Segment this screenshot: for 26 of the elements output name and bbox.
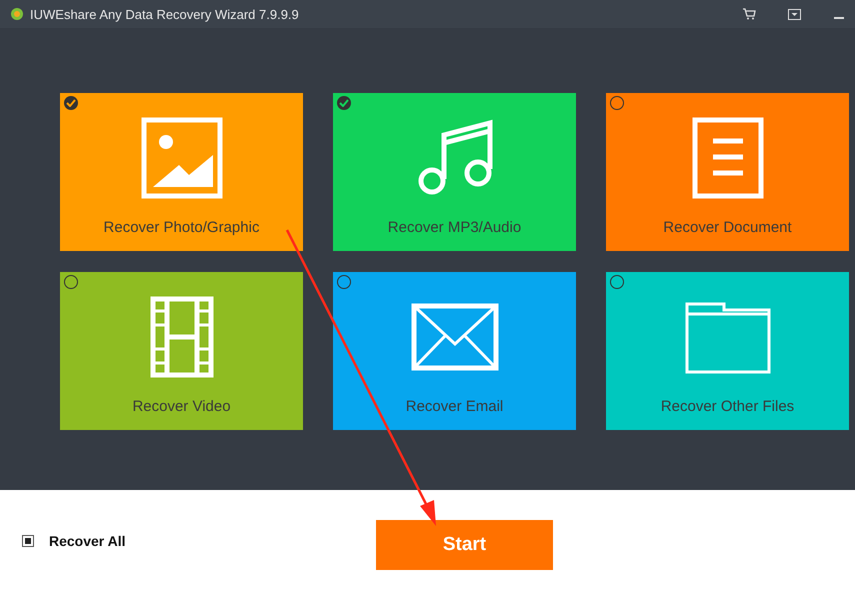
radio-icon[interactable] bbox=[64, 275, 78, 289]
radio-icon[interactable] bbox=[610, 275, 624, 289]
recovery-tile[interactable]: Recover Email bbox=[333, 272, 576, 430]
tile-label: Recover Other Files bbox=[660, 398, 794, 415]
recovery-tile[interactable]: Recover Document bbox=[606, 93, 849, 251]
recovery-tile[interactable]: Recover Photo/Graphic bbox=[60, 93, 303, 251]
tile-label: Recover Video bbox=[132, 398, 231, 415]
app-logo-icon bbox=[10, 7, 24, 21]
check-icon[interactable] bbox=[64, 96, 78, 110]
recover-all-checkbox[interactable] bbox=[22, 535, 34, 547]
recovery-tile[interactable]: Recover Video bbox=[60, 272, 303, 430]
tile-label: Recover Email bbox=[406, 398, 504, 415]
radio-icon[interactable] bbox=[337, 275, 351, 289]
tile-label: Recover MP3/Audio bbox=[388, 219, 522, 236]
check-icon[interactable] bbox=[337, 96, 351, 110]
cart-icon[interactable] bbox=[742, 8, 756, 20]
recovery-tile[interactable]: Recover Other Files bbox=[606, 272, 849, 430]
start-button[interactable]: Start bbox=[376, 520, 553, 570]
recovery-tile[interactable]: Recover MP3/Audio bbox=[333, 93, 576, 251]
window-title: IUWEshare Any Data Recovery Wizard 7.9.9.9 bbox=[30, 6, 300, 22]
checkbox-label: Recover All bbox=[49, 533, 126, 549]
dropdown-icon[interactable] bbox=[788, 8, 801, 20]
picture-icon bbox=[140, 117, 222, 199]
radio-icon[interactable] bbox=[610, 96, 624, 110]
tile-label: Recover Document bbox=[663, 219, 792, 236]
tile-label: Recover Photo/Graphic bbox=[104, 219, 260, 236]
